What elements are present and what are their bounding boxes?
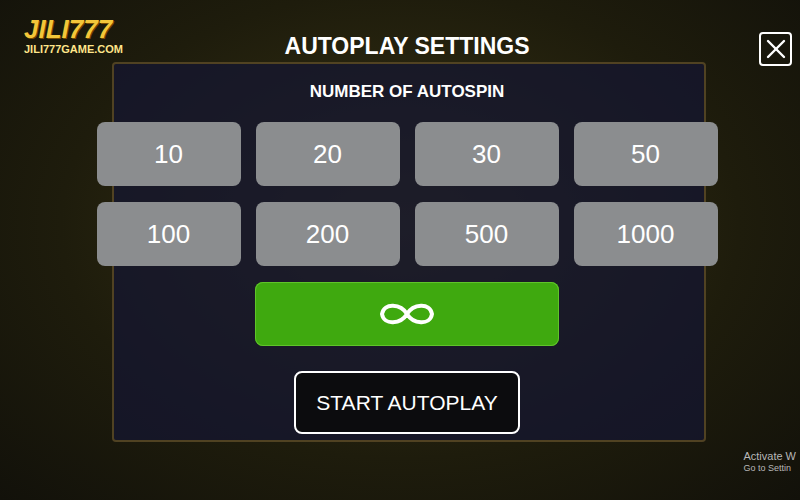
watermark-line: Activate W	[743, 450, 796, 463]
infinite-spins-button[interactable]	[255, 282, 559, 346]
spin-count-button[interactable]: 200	[256, 202, 400, 266]
spin-count-button[interactable]: 10	[97, 122, 241, 186]
close-button[interactable]	[759, 32, 792, 66]
logo-title: JILI777	[24, 16, 123, 42]
spin-count-button[interactable]: 500	[415, 202, 559, 266]
dialog-subtitle: NUMBER OF AUTOSPIN	[310, 81, 505, 103]
close-icon	[765, 38, 787, 60]
autoplay-dialog: AUTOPLAY SETTINGS NUMBER OF AUTOSPIN 10203…	[0, 0, 800, 434]
spin-count-grid: 10203050 1002005001000	[97, 122, 718, 266]
spin-count-button[interactable]: 30	[415, 122, 559, 186]
spin-count-button[interactable]: 1000	[574, 202, 718, 266]
logo-subtitle: JILI777GAME.COM	[24, 44, 123, 55]
watermark-line: Go to Settin	[743, 463, 796, 474]
spin-count-button[interactable]: 20	[256, 122, 400, 186]
logo: JILI777 JILI777GAME.COM	[24, 16, 123, 55]
activation-watermark: Activate WGo to Settin	[743, 450, 796, 474]
autoplay-screen: JILI777 JILI777GAME.COM AUTOPLAY SETTINGS N…	[0, 0, 800, 500]
spin-count-button[interactable]: 100	[97, 202, 241, 266]
start-autoplay-button[interactable]: START AUTOPLAY	[294, 371, 520, 434]
spin-count-button[interactable]: 50	[574, 122, 718, 186]
dialog-title: AUTOPLAY SETTINGS	[285, 32, 530, 60]
infinity-icon	[376, 298, 438, 330]
